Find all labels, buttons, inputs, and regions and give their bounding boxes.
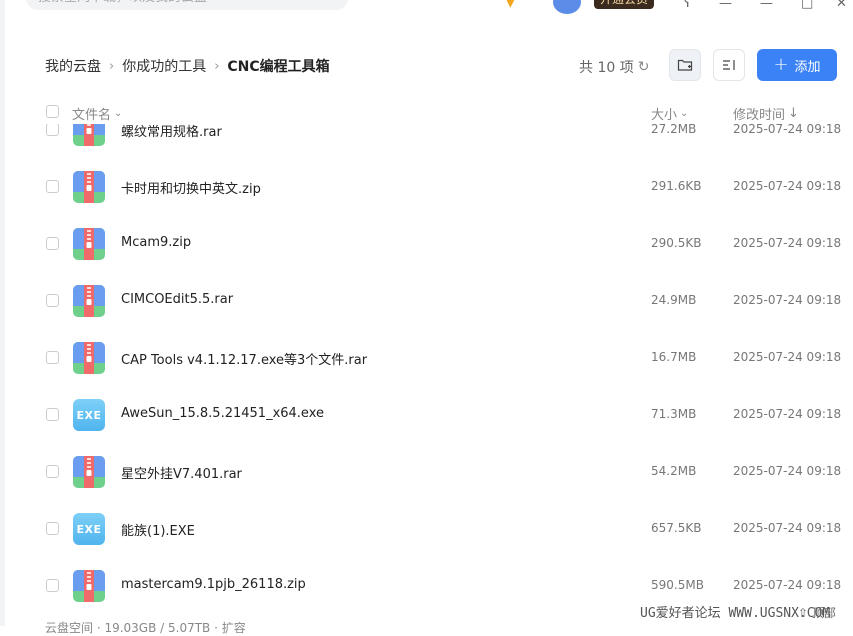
close-icon[interactable]: ✕ (836, 0, 847, 11)
file-modified: 2025-07-24 09:18 (733, 236, 842, 250)
archive-file-icon (73, 456, 105, 488)
sort-list-icon (723, 60, 735, 70)
arrow-down-icon: ↓ (788, 106, 799, 121)
archive-file-icon (73, 285, 105, 317)
breadcrumb: 我的云盘 › 你成功的工具 › CNC编程工具箱 (45, 56, 330, 76)
table-row[interactable]: 螺纹常用规格.rar 27.2MB 2025-07-24 09:18 (0, 124, 853, 158)
column-header-name-label: 文件名 (72, 108, 112, 123)
file-name[interactable]: CAP Tools v4.1.12.17.exe等3个文件.rar (121, 349, 367, 368)
row-checkbox[interactable] (46, 465, 59, 478)
file-name[interactable]: 螺纹常用规格.rar (121, 124, 222, 140)
breadcrumb-item-folder[interactable]: 你成功的工具 (122, 56, 206, 76)
add-button-label: 添加 (794, 59, 821, 75)
table-row[interactable]: CIMCOEdit5.5.rar 24.9MB 2025-07-24 09:18 (0, 272, 853, 329)
row-checkbox[interactable] (46, 237, 59, 250)
arrow-up-icon: ⇧ (798, 606, 809, 620)
lightbulb-icon[interactable]: ▼ (505, 0, 516, 10)
file-modified: 2025-07-24 09:18 (733, 407, 842, 421)
file-modified: 2025-07-24 09:18 (733, 124, 842, 136)
column-header-modified[interactable]: 修改时间 ↓ (733, 104, 799, 123)
refresh-icon[interactable]: ↻ (638, 59, 650, 75)
file-size: 71.3MB (651, 407, 697, 421)
archive-file-icon (73, 228, 105, 260)
file-name[interactable]: 能族(1).EXE (121, 520, 195, 539)
storage-info: 云盘空间 · 19.03GB / 5.07TB · 扩容 (45, 621, 246, 635)
file-size: 54.2MB (651, 464, 697, 478)
exe-icon-label: EXE (73, 513, 105, 545)
file-name[interactable]: AweSun_15.8.5.21451_x64.exe (121, 406, 324, 421)
file-name[interactable]: Mcam9.zip (121, 235, 191, 250)
file-size: 27.2MB (651, 124, 697, 136)
row-checkbox[interactable] (46, 180, 59, 193)
exe-icon-label: EXE (73, 399, 105, 431)
search-input[interactable]: 搜索全网下载，以及我的云盘 (26, 0, 348, 10)
table-row[interactable]: 卡时用和切换中英文.zip 291.6KB 2025-07-24 09:18 (0, 158, 853, 215)
add-button[interactable]: + 添加 (757, 49, 837, 81)
table-row[interactable]: EXE 能族(1).EXE 657.5KB 2025-07-24 09:18 (0, 500, 853, 557)
row-checkbox[interactable] (46, 408, 59, 421)
chevron-down-icon: ⌄ (680, 108, 689, 119)
back-to-top-button[interactable]: ⇧ 顶部 (798, 604, 836, 621)
file-name[interactable]: mastercam9.1pjb_26118.zip (121, 577, 306, 592)
breadcrumb-item-root[interactable]: 我的云盘 (45, 56, 101, 76)
column-header-size[interactable]: 大小 ⌄ (651, 104, 688, 123)
sort-view-button[interactable] (713, 49, 745, 81)
maximize-icon[interactable]: □ (801, 0, 813, 11)
row-checkbox[interactable] (46, 522, 59, 535)
exe-file-icon: EXE (73, 513, 105, 545)
chevron-right-icon: › (214, 58, 220, 74)
file-size: 24.9MB (651, 293, 697, 307)
file-size: 16.7MB (651, 350, 697, 364)
column-header-modified-label: 修改时间 (733, 108, 786, 123)
archive-file-icon (73, 342, 105, 374)
plus-icon: + (773, 54, 789, 75)
avatar[interactable] (553, 0, 581, 14)
breadcrumb-item-current: CNC编程工具箱 (227, 59, 330, 75)
row-checkbox[interactable] (46, 351, 59, 364)
archive-file-icon (73, 570, 105, 602)
table-header: 文件名 ⌄ 大小 ⌄ 修改时间 ↓ (0, 100, 853, 124)
table-row[interactable]: Mcam9.zip 290.5KB 2025-07-24 09:18 (0, 215, 853, 272)
top-bar: 搜索全网下载，以及我的云盘 ▼ 开通会员 ʕ — — □ ✕ (0, 0, 853, 14)
file-modified: 2025-07-24 09:18 (733, 350, 842, 364)
row-checkbox[interactable] (46, 294, 59, 307)
row-checkbox[interactable] (46, 124, 59, 136)
item-count: 共 10 项 ↻ (579, 57, 649, 77)
file-list: 螺纹常用规格.rar 27.2MB 2025-07-24 09:18 卡时用和切换中英… (0, 124, 853, 610)
file-modified: 2025-07-24 09:18 (733, 578, 842, 592)
file-modified: 2025-07-24 09:18 (733, 521, 842, 535)
file-size: 291.6KB (651, 179, 702, 193)
table-row[interactable]: 星空外挂V7.401.rar 54.2MB 2025-07-24 09:18 (0, 443, 853, 500)
folder-plus-icon (677, 59, 693, 71)
file-size: 290.5KB (651, 236, 702, 250)
file-name[interactable]: 星空外挂V7.401.rar (121, 463, 242, 482)
chevron-right-icon: › (109, 58, 115, 74)
file-name[interactable]: CIMCOEdit5.5.rar (121, 292, 233, 307)
file-size: 590.5MB (651, 578, 704, 592)
archive-file-icon (73, 124, 105, 146)
chevron-down-icon: ⌄ (114, 108, 123, 119)
file-modified: 2025-07-24 09:18 (733, 293, 842, 307)
menu-icon[interactable]: — (719, 0, 732, 11)
file-size: 657.5KB (651, 521, 702, 535)
minimize-icon[interactable]: — (760, 0, 773, 11)
vip-badge[interactable]: 开通会员 (594, 0, 655, 9)
row-checkbox[interactable] (46, 579, 59, 592)
table-row[interactable]: EXE AweSun_15.8.5.21451_x64.exe 71.3MB 2025… (0, 386, 853, 443)
column-header-size-label: 大小 (651, 108, 678, 123)
column-header-name[interactable]: 文件名 ⌄ (72, 104, 122, 123)
file-modified: 2025-07-24 09:18 (733, 179, 842, 193)
file-modified: 2025-07-24 09:18 (733, 464, 842, 478)
back-to-top-label: 顶部 (811, 606, 836, 620)
archive-file-icon (73, 171, 105, 203)
table-row[interactable]: CAP Tools v4.1.12.17.exe等3个文件.rar 16.7MB 2… (0, 329, 853, 386)
select-all-checkbox[interactable] (46, 105, 59, 118)
new-folder-button[interactable] (669, 49, 701, 81)
item-count-label: 共 10 项 (579, 60, 634, 76)
shirt-icon[interactable]: ʕ (684, 0, 691, 11)
exe-file-icon: EXE (73, 399, 105, 431)
file-name[interactable]: 卡时用和切换中英文.zip (121, 178, 261, 197)
